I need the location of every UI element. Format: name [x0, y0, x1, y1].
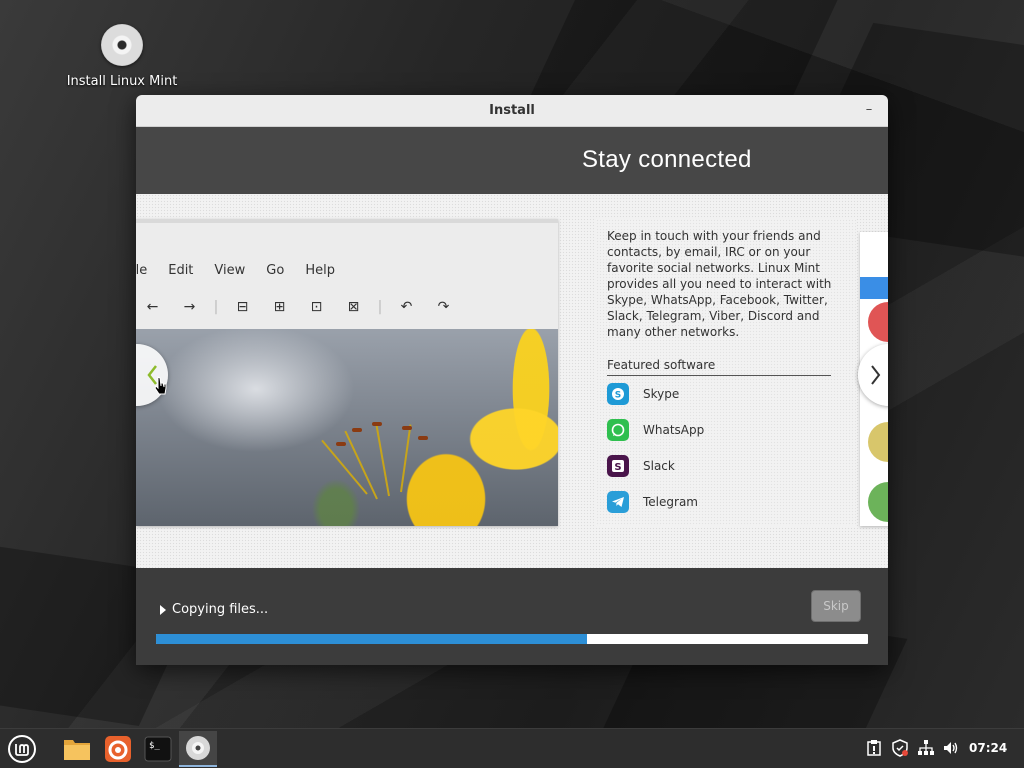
svg-text:$_: $_ [149, 741, 160, 751]
update-manager-icon[interactable] [891, 739, 909, 761]
chevron-right-icon [871, 365, 881, 385]
install-footer: Copying files... Skip [136, 568, 888, 664]
clock[interactable]: 07:24 [969, 741, 1007, 755]
notifications-icon[interactable] [866, 739, 882, 761]
zoom-fit-icon: ⊠ [347, 299, 360, 315]
menu-item: ile [136, 263, 148, 278]
software-name: WhatsApp [643, 423, 705, 437]
files-icon [64, 740, 90, 760]
progress-fill [156, 634, 587, 644]
software-name: Telegram [643, 495, 698, 509]
slide-info-panel: Keep in touch with your friends and cont… [596, 219, 856, 526]
minimize-button[interactable]: – [860, 101, 878, 119]
mint-menu-icon [8, 735, 36, 763]
menu-item: Go [266, 263, 285, 278]
software-name: Slack [643, 459, 675, 473]
zoom-original-icon: ⊡ [310, 299, 323, 315]
separator: | [213, 299, 219, 315]
screenshot-menubar: ile Edit View Go Help [136, 263, 356, 278]
slide-heading: Stay connected [582, 146, 752, 173]
software-name: Skype [643, 387, 680, 401]
volume-icon[interactable] [942, 739, 960, 761]
window-title: Install [489, 103, 535, 118]
screenshot-toolbar: ← → | ⊟ ⊞ ⊡ ⊠ | ↶ ↷ [136, 299, 462, 315]
slide-description: Keep in touch with your friends and cont… [607, 229, 832, 339]
menu-item: View [214, 263, 246, 278]
slideshow: ile Edit View Go Help ← → | ⊟ ⊞ ⊡ ⊠ | ↶ ↷ [136, 194, 888, 568]
network-icon[interactable] [917, 739, 935, 761]
terminal-button[interactable]: $_ [139, 731, 177, 767]
installer-taskbar-button[interactable] [179, 731, 217, 767]
flower-photo [136, 329, 558, 526]
install-window: Install – Stay connected ile Edit View Go He… [136, 95, 888, 665]
firefox-button[interactable] [99, 731, 137, 767]
skip-button[interactable]: Skip [811, 590, 861, 622]
slide-header: Stay connected [136, 127, 888, 194]
menu-item: Edit [168, 263, 194, 278]
featured-software-title: Featured software [607, 358, 831, 376]
software-item-skype: S Skype [607, 382, 679, 406]
svg-text:S: S [614, 462, 621, 473]
disc-icon [101, 24, 143, 66]
zoom-out-icon: ⊟ [236, 299, 249, 315]
mint-menu-button[interactable] [3, 731, 41, 767]
back-arrow-icon: ← [146, 299, 159, 315]
status-text: Copying files... [172, 602, 269, 617]
skype-icon: S [607, 383, 629, 405]
install-progress-bar [156, 634, 868, 644]
rotate-left-icon: ↶ [400, 299, 413, 315]
separator: | [377, 299, 383, 315]
desktop-icon-label: Install Linux Mint [66, 74, 178, 89]
desktop-icon-install-linux-mint[interactable]: Install Linux Mint [66, 24, 178, 89]
menu-item: Help [305, 263, 335, 278]
details-expander[interactable]: Copying files... [160, 602, 268, 617]
forward-arrow-icon: → [183, 299, 196, 315]
title-bar[interactable]: Install – [136, 95, 888, 127]
zoom-in-icon: ⊞ [273, 299, 286, 315]
files-button[interactable] [58, 731, 96, 767]
firefox-icon [105, 736, 131, 762]
slack-icon: S [607, 455, 629, 477]
terminal-icon: $_ [144, 736, 172, 762]
rotate-right-icon: ↷ [437, 299, 450, 315]
software-item-telegram: Telegram [607, 490, 698, 514]
software-item-whatsapp: WhatsApp [607, 418, 704, 442]
taskbar: $_ 07:24 [0, 728, 1024, 768]
whatsapp-icon [607, 419, 629, 441]
mouse-cursor-icon [154, 376, 167, 395]
software-item-slack: S Slack [607, 454, 675, 478]
telegram-icon [607, 491, 629, 513]
installer-icon [186, 736, 210, 760]
expander-arrow-icon [160, 604, 166, 615]
slide-screenshot: ile Edit View Go Help ← → | ⊟ ⊞ ⊡ ⊠ | ↶ ↷ [136, 219, 558, 526]
svg-text:S: S [615, 391, 621, 401]
